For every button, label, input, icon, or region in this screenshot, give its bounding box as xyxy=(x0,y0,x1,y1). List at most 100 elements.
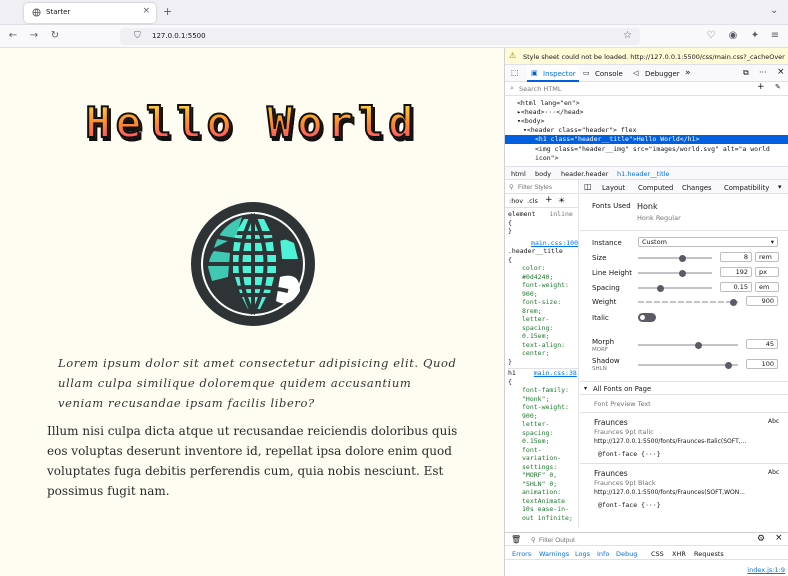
options-icon[interactable]: ··· xyxy=(759,68,767,77)
settings-gear-icon[interactable]: ⚙ xyxy=(757,534,765,544)
close-tab-icon[interactable]: × xyxy=(142,6,150,16)
breadcrumb-item[interactable]: html xyxy=(511,170,526,178)
size-slider[interactable] xyxy=(638,254,712,262)
bookmark-star-icon[interactable]: ☆ xyxy=(623,30,632,41)
tree-node[interactable]: icon"> xyxy=(535,154,558,162)
morph-slider-knob[interactable] xyxy=(694,341,702,349)
tab-computed[interactable]: Computed xyxy=(638,184,673,192)
filter-output-input[interactable] xyxy=(539,535,699,545)
eyedropper-icon[interactable]: ✎ xyxy=(775,83,781,91)
tab-list-icon[interactable]: ⌄ xyxy=(770,5,778,16)
tree-node[interactable]: <img class="header__img" src="images/wor… xyxy=(535,145,770,153)
tab-console[interactable]: ▭ Console xyxy=(581,65,629,82)
breadcrumb-item-current[interactable]: h1.header__title xyxy=(617,170,669,178)
font-face-rule[interactable]: @font-face {···} xyxy=(598,450,661,458)
rule-declaration[interactable]: font-family: "Honk"; xyxy=(508,386,578,403)
line-height-slider[interactable] xyxy=(638,269,712,277)
morph-slider[interactable] xyxy=(638,341,738,349)
rule-declaration[interactable]: font-variation-settings: "MORF" 0, "SHLN… xyxy=(508,446,578,489)
filter-debug[interactable]: Debug xyxy=(616,550,637,558)
spacing-slider-knob[interactable] xyxy=(656,284,664,292)
console-source-link[interactable]: index.js:1:9 xyxy=(747,566,785,574)
font-preview-text[interactable]: Font Preview Text xyxy=(594,400,651,408)
tab-changes[interactable]: Changes xyxy=(682,184,712,192)
font-face-rule[interactable]: @font-face {···} xyxy=(598,501,661,509)
extensions-icon[interactable]: ✦ xyxy=(748,29,762,43)
tree-node[interactable]: ▾<header class="header"> flex xyxy=(523,126,637,134)
close-devtools-icon[interactable]: × xyxy=(777,67,785,77)
tree-node-selected[interactable]: <h1 class="header__title">Hello World</h… xyxy=(505,135,788,144)
cls-toggle[interactable]: .cls xyxy=(527,197,538,205)
tab-compatibility[interactable]: Compatibility xyxy=(724,184,769,192)
url-bar[interactable]: ⛉ 127.0.0.1:5500 ☆ xyxy=(120,28,640,45)
spacing-unit-select[interactable]: em xyxy=(755,282,779,292)
pick-element-icon[interactable]: ⬚ xyxy=(511,68,519,77)
breadcrumb-item[interactable]: header.header xyxy=(561,170,608,178)
tree-node[interactable]: ▾<body> xyxy=(517,117,544,125)
tree-node[interactable]: <html lang="en"> xyxy=(517,99,580,107)
filter-logs[interactable]: Logs xyxy=(575,550,590,558)
rule-declaration[interactable]: font-size: 8rem; xyxy=(508,298,578,315)
line-height-slider-knob[interactable] xyxy=(678,269,686,277)
rule-declaration[interactable]: animation: textAnimate 10s ease-in-out i… xyxy=(508,488,578,522)
add-node-icon[interactable]: + xyxy=(757,82,765,92)
line-height-input[interactable]: 192 xyxy=(720,267,752,277)
tab-inspector[interactable]: ▣ Inspector xyxy=(527,65,579,82)
shield-icon[interactable]: ⛉ xyxy=(134,31,141,41)
menu-icon[interactable]: ≡ xyxy=(768,29,782,43)
chevron-down-icon[interactable]: ▾ xyxy=(778,183,782,191)
weight-input[interactable]: 900 xyxy=(746,296,778,306)
line-height-unit-select[interactable]: px xyxy=(755,267,779,277)
tab-starter[interactable]: Starter × xyxy=(24,3,156,23)
more-tabs-icon[interactable]: » xyxy=(685,68,691,78)
back-icon[interactable]: ← xyxy=(6,29,20,43)
rule-declaration[interactable]: font-weight: 900; xyxy=(508,403,578,420)
search-html-input[interactable] xyxy=(519,83,749,94)
filter-warnings[interactable]: Warnings xyxy=(539,550,569,558)
account-icon[interactable]: ◉ xyxy=(726,29,740,43)
shadow-input[interactable]: 100 xyxy=(746,359,778,369)
sidebar-toggle-icon[interactable]: ◫ xyxy=(584,182,592,191)
filter-xhr[interactable]: XHR xyxy=(672,550,686,558)
filter-css[interactable]: CSS xyxy=(651,550,664,558)
shadow-slider-knob[interactable] xyxy=(724,361,732,369)
add-rule-icon[interactable]: + xyxy=(545,195,553,205)
rule-declaration[interactable]: letter-spacing: 0.15em; xyxy=(508,420,578,446)
size-slider-knob[interactable] xyxy=(678,254,686,262)
spacing-input[interactable]: 0.15 xyxy=(720,282,752,292)
rule-source-link[interactable]: main.css:38 xyxy=(534,369,577,377)
pocket-icon[interactable]: ♡ xyxy=(704,29,718,43)
rule-source-link[interactable]: main.css:100 xyxy=(508,239,578,248)
filter-info[interactable]: Info xyxy=(597,550,609,558)
shadow-slider[interactable] xyxy=(638,361,738,369)
font-list-url[interactable]: http://127.0.0.1:5500/fonts/Fraunces-Ita… xyxy=(594,438,746,445)
font-list-url[interactable]: http://127.0.0.1:5500/fonts/Fraunces(SOF… xyxy=(594,489,745,496)
filter-requests[interactable]: Requests xyxy=(694,550,724,558)
all-fonts-header[interactable]: ▾ All Fonts on Page xyxy=(580,381,788,395)
breadcrumb-item[interactable]: body xyxy=(535,170,551,178)
rule-declaration[interactable]: text-align: center; xyxy=(508,341,578,358)
filter-styles-input[interactable] xyxy=(518,182,576,192)
rule-declaration[interactable]: color: #0d4240; xyxy=(508,264,578,281)
reload-icon[interactable]: ↻ xyxy=(48,29,62,43)
rule-declaration[interactable]: letter-spacing: 0.15em; xyxy=(508,315,578,341)
tree-node[interactable]: ▸<head>···</head> xyxy=(517,108,584,116)
tab-debugger[interactable]: ◁ Debugger xyxy=(631,65,683,82)
weight-slider[interactable] xyxy=(638,298,738,306)
morph-input[interactable]: 45 xyxy=(746,339,778,349)
size-input[interactable]: 8 xyxy=(720,252,752,262)
instance-select[interactable]: Custom ▾ xyxy=(638,237,778,247)
weight-slider-knob[interactable] xyxy=(729,298,737,306)
pseudo-toggle[interactable]: :hov xyxy=(509,197,523,205)
rule-declaration[interactable]: font-weight: 900; xyxy=(508,281,578,298)
filter-errors[interactable]: Errors xyxy=(512,550,531,558)
italic-toggle[interactable] xyxy=(638,313,656,322)
spacing-slider[interactable] xyxy=(638,284,712,292)
forward-icon[interactable]: → xyxy=(27,29,41,43)
light-mode-icon[interactable]: ☀ xyxy=(558,196,565,205)
close-split-icon[interactable]: × xyxy=(775,533,783,543)
new-tab-button[interactable]: + xyxy=(163,5,172,18)
size-unit-select[interactable]: rem xyxy=(755,252,779,262)
trash-icon[interactable]: 🗑 xyxy=(511,535,521,544)
tab-layout[interactable]: Layout xyxy=(602,184,625,192)
